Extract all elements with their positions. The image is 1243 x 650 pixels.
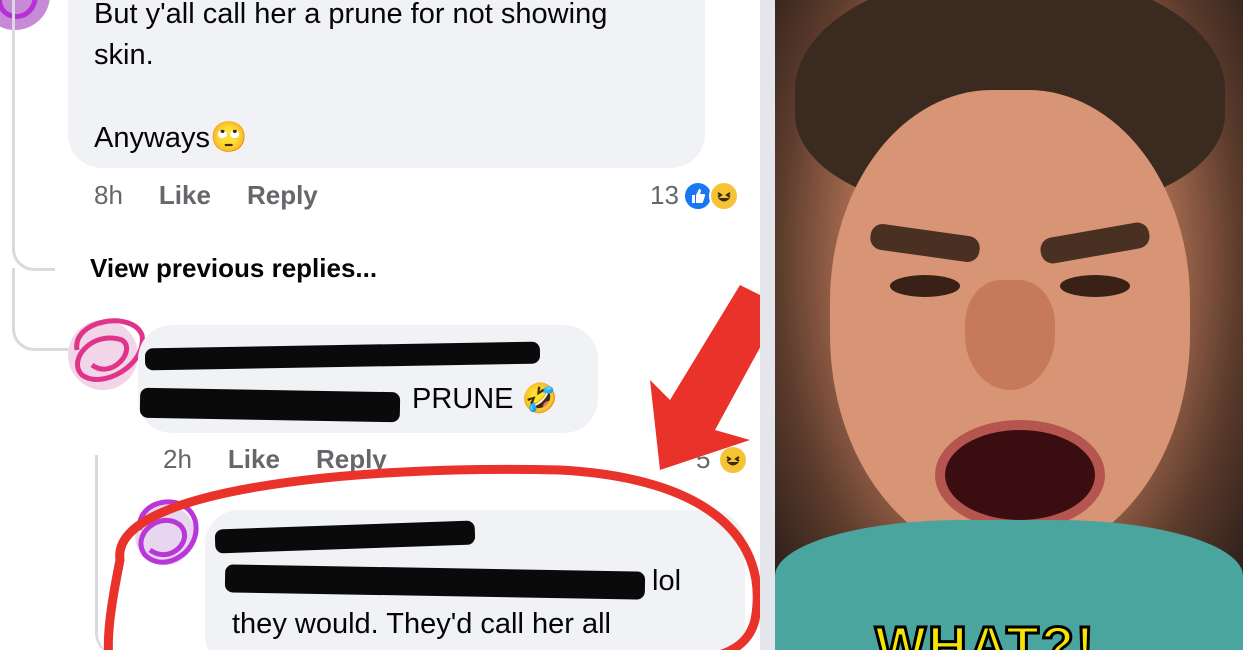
like-button[interactable]: Like [228, 444, 280, 475]
redaction-mark [139, 387, 401, 423]
comment-text: lol [652, 565, 682, 597]
rolling-laughing-emoji: 🤣 [521, 383, 558, 415]
reaction-count: 13 [650, 180, 679, 210]
comment-time[interactable]: 2h [163, 444, 192, 475]
laughing-face-icon [718, 444, 749, 475]
open-mouth [935, 420, 1105, 530]
thread-line [95, 455, 123, 650]
avatar-scribble [137, 499, 199, 565]
panel-divider [760, 0, 775, 650]
left-eye [890, 275, 960, 297]
reaction-count: 5 [696, 444, 711, 474]
comment-actions: 2h Like Reply [163, 444, 387, 475]
meme-caption: WHAT?! [874, 615, 1096, 650]
facebook-comment-thread: But y'all call her a prune for not showi… [0, 0, 775, 650]
reply-button[interactable]: Reply [316, 444, 387, 475]
view-previous-replies-link[interactable]: View previous replies... [90, 253, 377, 284]
right-eye [1060, 275, 1130, 297]
comment-bubble: But y'all call her a prune for not showi… [68, 0, 705, 168]
comment-text: But y'all call her a prune for not showi… [94, 0, 608, 154]
reaction-summary[interactable]: 13 [650, 180, 739, 211]
reply-button[interactable]: Reply [247, 180, 318, 211]
eye-roll-emoji: 🙄 [210, 121, 248, 154]
reaction-summary[interactable]: 5 [696, 444, 749, 475]
like-button[interactable]: Like [159, 180, 211, 211]
nose [965, 280, 1055, 390]
comment-actions: 8h Like Reply [94, 180, 318, 211]
thread-line [12, 0, 55, 271]
comment-time[interactable]: 8h [94, 180, 123, 211]
comment-text: they would. They'd call her all [232, 608, 611, 640]
reaction-meme-image: WHAT?! [775, 0, 1243, 650]
comment-text: PRUNE 🤣 [412, 383, 558, 415]
laughing-face-icon [708, 180, 739, 211]
